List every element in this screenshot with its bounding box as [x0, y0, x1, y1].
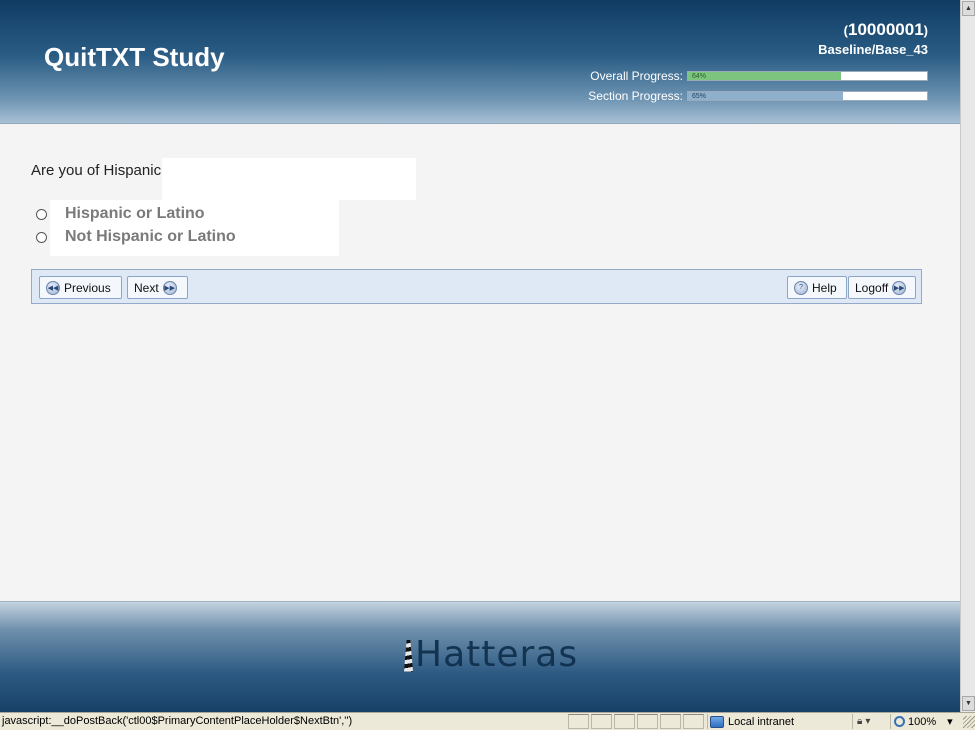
status-panel [683, 714, 704, 729]
section-progress-label: Section Progress: [588, 89, 683, 103]
logoff-button[interactable]: Logoff ▶▶ [848, 276, 916, 299]
chevron-down-icon: ▾ [947, 716, 953, 728]
lighthouse-icon [404, 639, 413, 672]
help-icon: ? [794, 280, 808, 295]
scroll-up-button[interactable]: ▲ [962, 1, 975, 16]
resize-grip[interactable] [963, 716, 975, 728]
survey-location: Baseline/Base_43 [818, 42, 928, 57]
redaction-block [162, 158, 416, 200]
zoom-control[interactable]: 100% ▾ [890, 714, 960, 729]
hatteras-logo: Hatteras [404, 634, 578, 675]
magnifier-icon [894, 716, 905, 727]
option-hispanic[interactable]: Hispanic or Latino [36, 205, 205, 223]
status-url: javascript:__doPostBack('ctl00$PrimaryCo… [2, 715, 353, 727]
chevron-down-icon: ▾ [865, 716, 871, 727]
option-label: Not Hispanic or Latino [65, 228, 236, 245]
question-text: Are you of Hispanic [31, 162, 162, 179]
security-zone[interactable]: Local intranet [707, 714, 850, 729]
overall-progress-fill [688, 72, 841, 80]
next-button[interactable]: Next ▶▶ [127, 276, 188, 299]
app-title: QuitTXT Study [44, 42, 225, 72]
help-button[interactable]: ? Help [787, 276, 847, 299]
participant-info: (10000001) Baseline/Base_43 [818, 20, 928, 57]
fast-forward-icon: ▶▶ [892, 280, 907, 295]
section-progress: Section Progress: 65% [588, 89, 928, 103]
logo-text: Hatteras [415, 634, 579, 675]
lock-icon: 🔒︎ [857, 716, 863, 727]
status-panel [637, 714, 658, 729]
overall-progress-bar: 64% [687, 71, 928, 81]
vertical-scrollbar[interactable]: ▲ ▼ [960, 0, 975, 712]
participant-id: (10000001) [843, 20, 928, 39]
section-progress-bar: 65% [687, 91, 928, 101]
radio-not-hispanic[interactable] [36, 231, 47, 243]
status-panel [591, 714, 612, 729]
overall-progress-percent: 64% [692, 73, 707, 80]
radio-hispanic[interactable] [36, 208, 47, 220]
protected-mode-indicator[interactable]: 🔒︎ ▾ [852, 714, 886, 729]
rewind-icon: ◀◀ [46, 280, 60, 295]
status-panel [660, 714, 681, 729]
navigation-bar: ◀◀ Previous Next ▶▶ ? Help Logoff ▶▶ [31, 269, 922, 304]
previous-button[interactable]: ◀◀ Previous [39, 276, 122, 299]
intranet-icon [710, 715, 724, 728]
scroll-down-button[interactable]: ▼ [962, 696, 975, 711]
option-not-hispanic[interactable]: Not Hispanic or Latino [36, 228, 236, 246]
status-panel [568, 714, 589, 729]
overall-progress-label: Overall Progress: [590, 69, 683, 83]
fast-forward-icon: ▶▶ [162, 280, 177, 295]
overall-progress: Overall Progress: 64% [590, 69, 928, 83]
section-progress-fill [688, 92, 844, 100]
browser-status-bar: javascript:__doPostBack('ctl00$PrimaryCo… [0, 712, 975, 730]
app-header: QuitTXT Study (10000001) Baseline/Base_4… [0, 0, 960, 124]
page-footer: Hatteras [0, 601, 960, 712]
section-progress-percent: 65% [692, 93, 707, 100]
status-panel [614, 714, 635, 729]
option-label: Hispanic or Latino [65, 205, 205, 222]
